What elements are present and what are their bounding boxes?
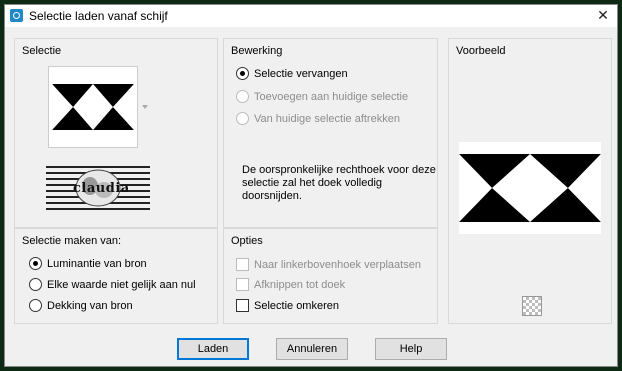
- radio-toevoegen[interactable]: Toevoegen aan huidige selectie: [236, 90, 408, 103]
- radio-aftrekken[interactable]: Van huidige selectie aftrekken: [236, 112, 400, 125]
- check-linkerbovenhoek-box[interactable]: [236, 258, 249, 271]
- claudia-watermark-logo: claudia: [46, 164, 150, 216]
- watermark-text: claudia: [73, 181, 130, 196]
- close-button[interactable]: ✕: [593, 6, 613, 25]
- check-afknippen-label: Afknippen tot doek: [254, 278, 346, 291]
- selection-thumbnail[interactable]: [48, 66, 138, 148]
- voorbeeld-preview-image: [459, 142, 601, 234]
- radio-dekking[interactable]: Dekking van bron: [29, 299, 133, 312]
- radio-niet-nul-button[interactable]: [29, 278, 42, 291]
- radio-dekking-label: Dekking van bron: [47, 299, 133, 312]
- help-button[interactable]: Help: [375, 338, 447, 360]
- app-icon: [10, 9, 23, 22]
- radio-toevoegen-label: Toevoegen aan huidige selectie: [254, 90, 409, 103]
- dialog-window: Selectie laden vanaf schijf ✕ Selectie c…: [4, 4, 618, 367]
- bewerking-group-title: Bewerking: [231, 45, 283, 57]
- selection-preview-image: [52, 70, 134, 144]
- bewerking-info-text: De oorspronkelijke rechthoek voor deze s…: [242, 164, 436, 202]
- maken-van-group-title: Selectie maken van:: [22, 235, 122, 247]
- check-selectie-omkeren[interactable]: Selectie omkeren: [236, 299, 339, 312]
- check-afknippen[interactable]: Afknippen tot doek: [236, 278, 345, 291]
- thumbnail-dropdown-arrow-icon[interactable]: [142, 105, 148, 109]
- window-title: Selectie laden vanaf schijf: [29, 9, 168, 23]
- radio-dekking-button[interactable]: [29, 299, 42, 312]
- laden-button[interactable]: Laden: [177, 338, 249, 360]
- check-linkerbovenhoek[interactable]: Naar linkerbovenhoek verplaatsen: [236, 258, 421, 271]
- radio-luminantie[interactable]: Luminantie van bron: [29, 257, 147, 270]
- check-afknippen-box[interactable]: [236, 278, 249, 291]
- radio-toevoegen-button[interactable]: [236, 90, 249, 103]
- radio-luminantie-label: Luminantie van bron: [47, 257, 147, 270]
- check-linkerbovenhoek-label: Naar linkerbovenhoek verplaatsen: [254, 258, 421, 271]
- radio-selectie-vervangen-label: Selectie vervangen: [254, 67, 348, 80]
- selectie-group: Selectie claudia: [14, 38, 218, 228]
- selectie-group-title: Selectie: [22, 45, 62, 57]
- radio-aftrekken-label: Van huidige selectie aftrekken: [254, 112, 400, 125]
- transparency-checker-icon[interactable]: [522, 296, 542, 316]
- check-selectie-omkeren-label: Selectie omkeren: [254, 299, 339, 312]
- opties-group-title: Opties: [231, 235, 263, 247]
- voorbeeld-group: Voorbeeld: [448, 38, 612, 324]
- radio-niet-nul[interactable]: Elke waarde niet gelijk aan nul: [29, 278, 196, 291]
- annuleren-button[interactable]: Annuleren: [276, 338, 348, 360]
- radio-luminantie-button[interactable]: [29, 257, 42, 270]
- check-selectie-omkeren-box[interactable]: [236, 299, 249, 312]
- title-bar: Selectie laden vanaf schijf ✕: [5, 5, 617, 27]
- radio-selectie-vervangen[interactable]: Selectie vervangen: [236, 67, 348, 80]
- radio-aftrekken-button[interactable]: [236, 112, 249, 125]
- voorbeeld-group-title: Voorbeeld: [456, 45, 506, 57]
- radio-selectie-vervangen-button[interactable]: [236, 67, 249, 80]
- radio-niet-nul-label: Elke waarde niet gelijk aan nul: [47, 278, 196, 291]
